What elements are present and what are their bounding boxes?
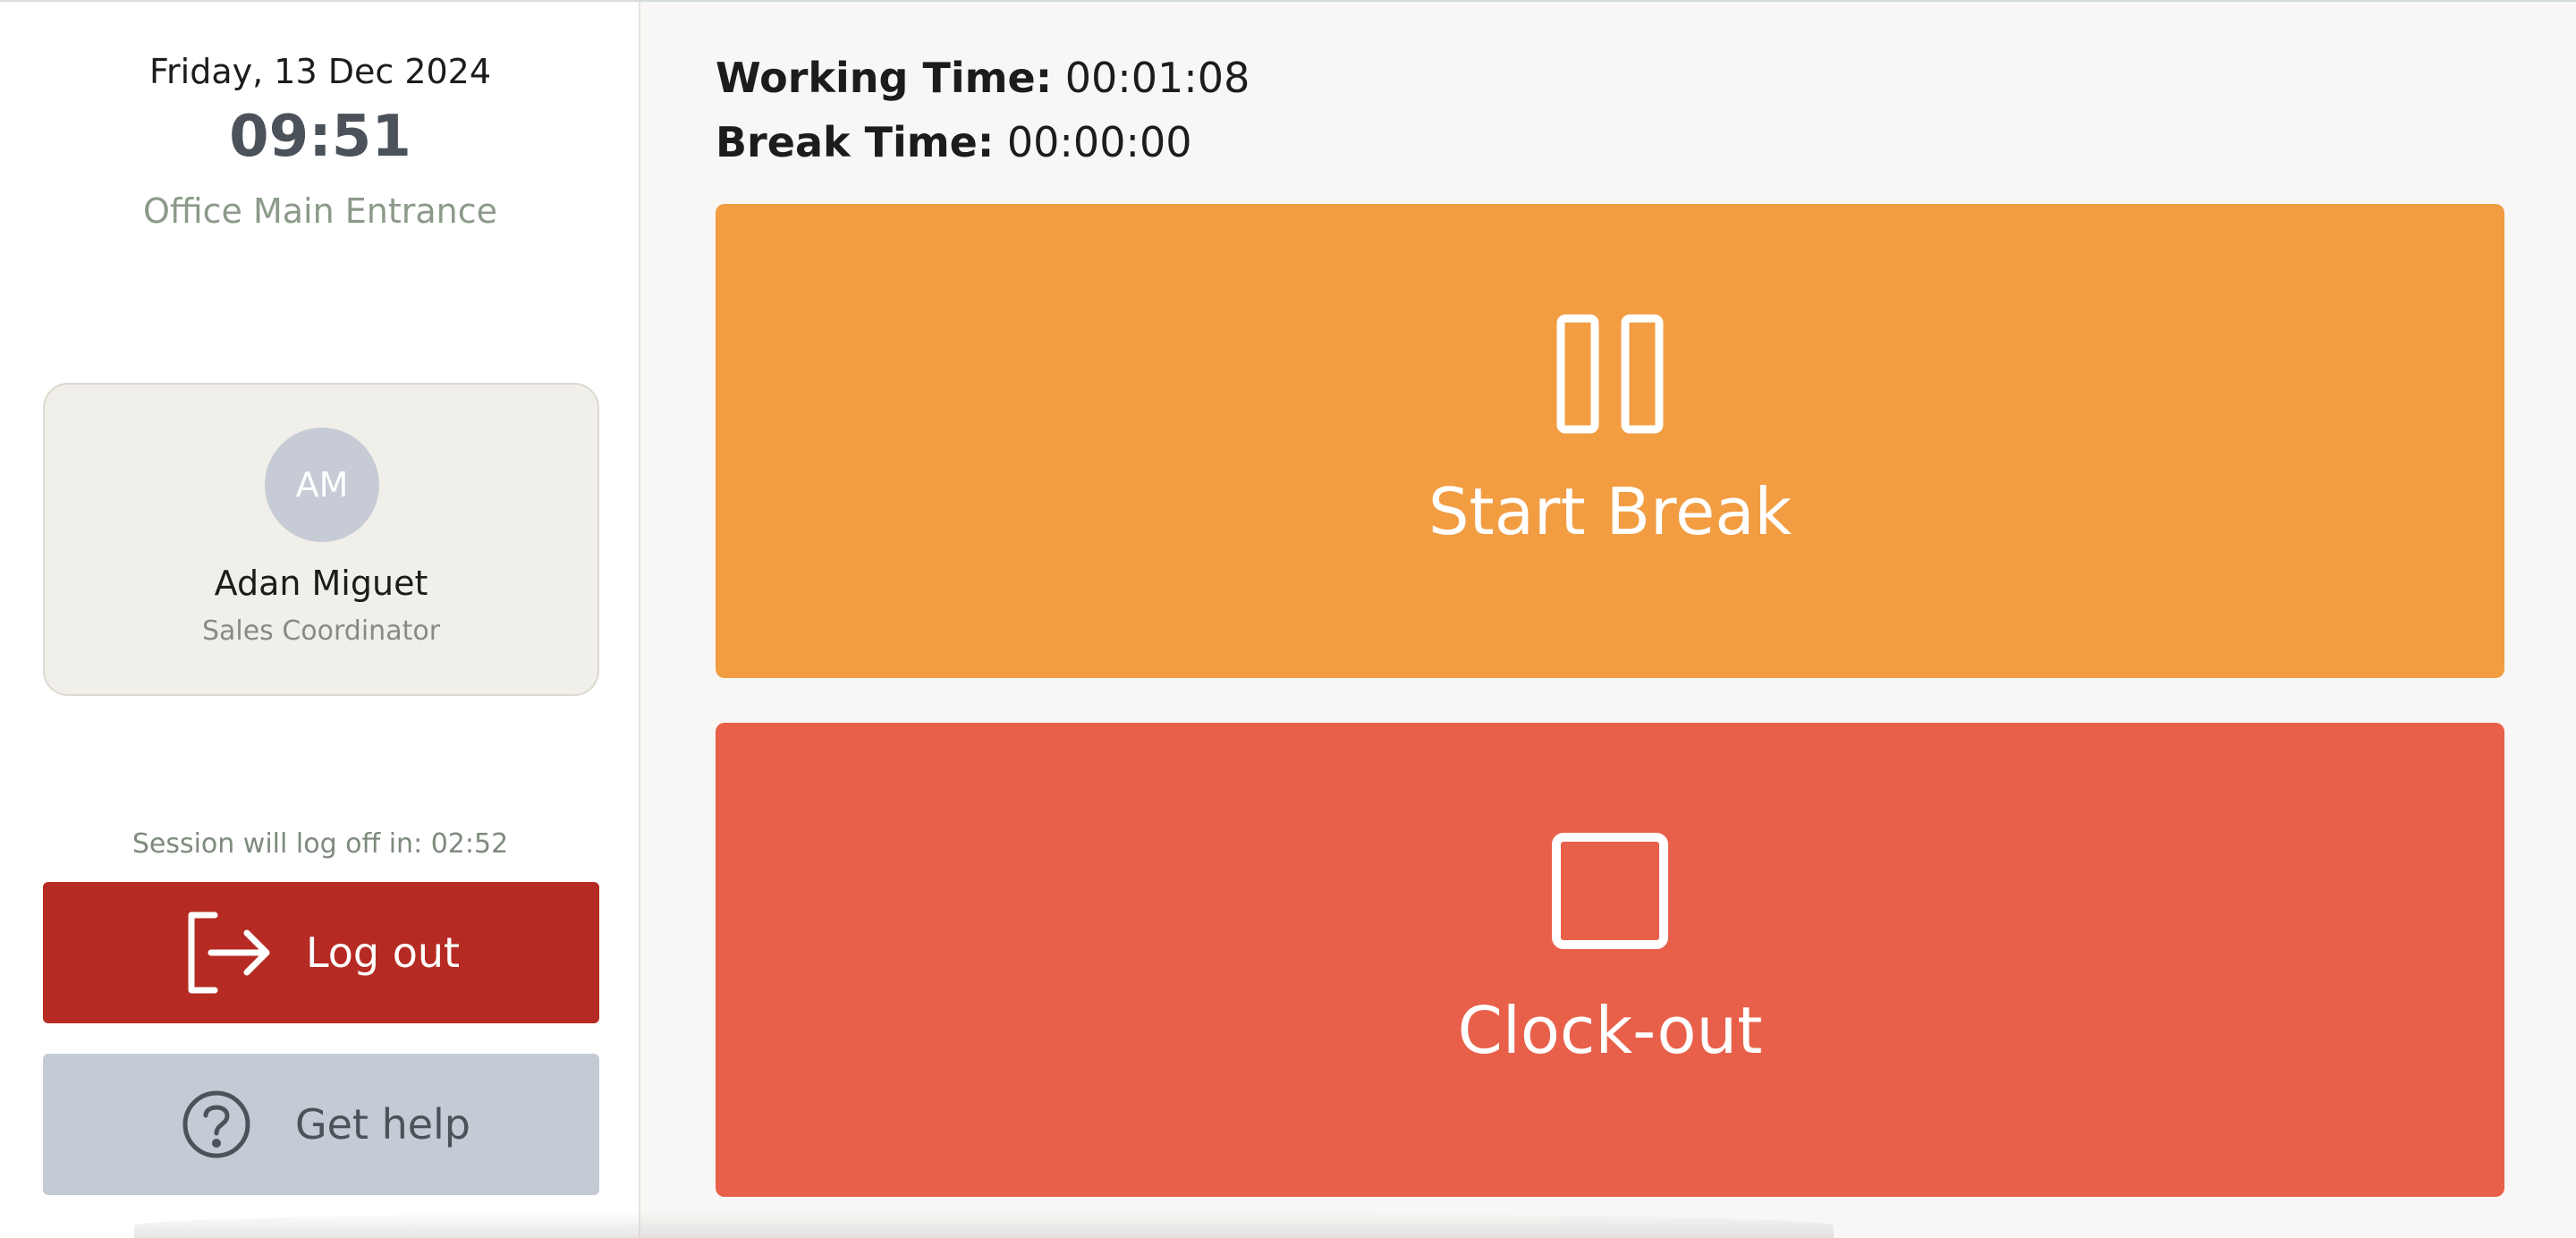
current-date: Friday, 13 Dec 2024 [148, 52, 492, 91]
break-time: Break Time: 00:00:00 [716, 118, 1192, 166]
avatar: AM [265, 428, 379, 542]
user-name: Adan Miguet [214, 564, 428, 603]
current-time: 09:51 [229, 104, 411, 170]
get-help-label: Get help [294, 1100, 471, 1149]
sidebar: Friday, 13 Dec 2024 09:51 Office Main En… [0, 2, 640, 1238]
working-time-value: 00:01:08 [1064, 54, 1250, 102]
break-time-label: Break Time: [716, 118, 995, 166]
stop-square-icon [1538, 832, 1682, 957]
main-panel: Working Time: 00:01:08 Break Time: 00:00… [640, 2, 2576, 1238]
question-circle-icon [172, 1080, 261, 1169]
location-name: Office Main Entrance [142, 191, 498, 231]
clock-out-label: Clock-out [1457, 993, 1763, 1068]
working-time-label: Working Time: [716, 54, 1053, 102]
clock-out-button[interactable]: Clock-out [716, 723, 2504, 1197]
bottom-shadow [134, 1211, 1834, 1238]
start-break-label: Start Break [1428, 474, 1792, 549]
logout-arrow-icon [182, 908, 272, 997]
session-timeout-note: Session will log off in: 02:52 [131, 828, 509, 860]
start-break-button[interactable]: Start Break [716, 204, 2504, 678]
logout-label: Log out [305, 928, 461, 977]
get-help-button[interactable]: Get help [43, 1054, 599, 1195]
user-role: Sales Coordinator [201, 615, 441, 647]
working-time: Working Time: 00:01:08 [716, 54, 1250, 102]
user-card: AM Adan Miguet Sales Coordinator [43, 383, 599, 696]
attendance-app: Friday, 13 Dec 2024 09:51 Office Main En… [0, 0, 2576, 1238]
break-time-value: 00:00:00 [1006, 118, 1192, 166]
logout-button[interactable]: Log out [43, 882, 599, 1023]
pause-icon [1538, 313, 1682, 438]
